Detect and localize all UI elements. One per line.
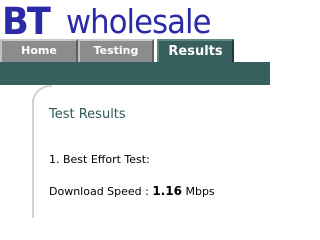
results-panel: Test Results 1. Best Effort Test: Downlo… [32, 85, 270, 218]
download-speed-line: Download Speed : 1.16 Mbps [49, 184, 215, 199]
tab-testing[interactable]: Testing [78, 39, 154, 62]
test-name: 1. Best Effort Test: [49, 153, 150, 166]
download-speed-unit: Mbps [185, 185, 215, 198]
logo-bt-text: BT [2, 0, 51, 43]
results-heading: Test Results [49, 107, 126, 122]
logo-wholesale-text: wholesale [66, 2, 212, 41]
panel-border [32, 99, 34, 218]
download-speed-label: Download Speed : [49, 185, 149, 198]
tab-home[interactable]: Home [0, 39, 78, 62]
nav-bar [0, 62, 270, 85]
download-speed-value: 1.16 [152, 184, 182, 198]
panel-corner [32, 85, 52, 105]
